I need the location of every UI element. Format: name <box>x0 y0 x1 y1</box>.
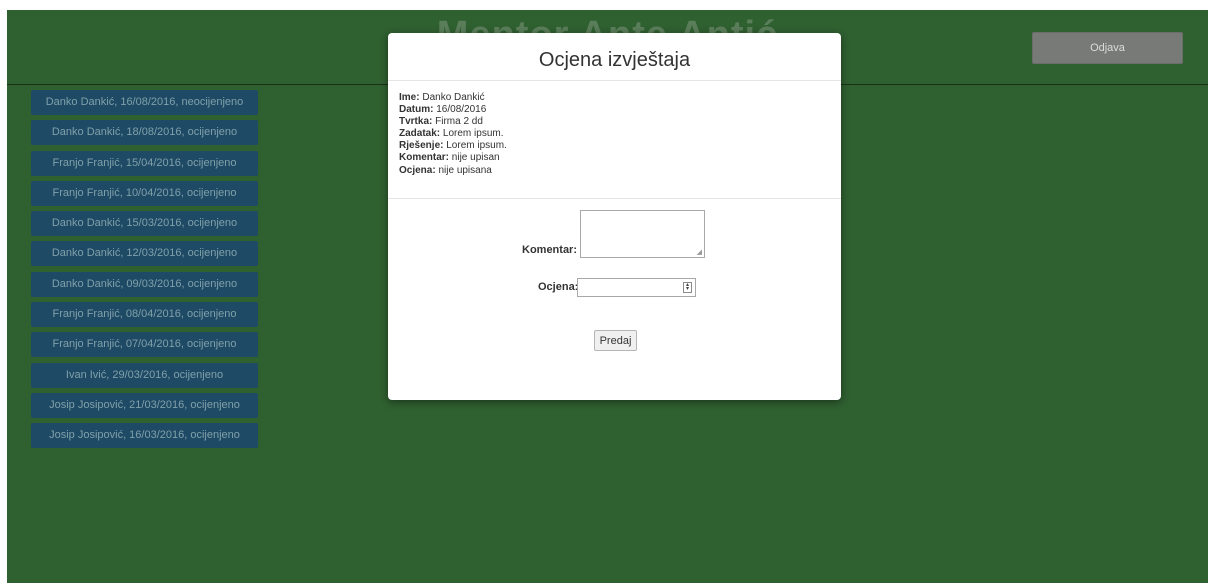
report-item[interactable]: Danko Dankić, 15/03/2016, ocijenjeno <box>31 211 258 237</box>
detail-value: nije upisana <box>438 164 492 176</box>
detail-value: Lorem ipsum. <box>446 140 507 152</box>
detail-value: 16/08/2016 <box>436 104 487 116</box>
submit-button[interactable]: Predaj <box>594 330 637 351</box>
detail-key: Tvrtka: <box>399 116 433 128</box>
rating-label: Ocjena: <box>538 281 579 293</box>
comment-textarea[interactable]: ◢ <box>580 210 705 258</box>
detail-comment: Komentar: nije upisan <box>399 152 830 164</box>
detail-company: Tvrtka: Firma 2 dd <box>399 116 830 128</box>
rating-form: Komentar: ◢ Ocjena: ▴ ▾ Predaj <box>388 199 841 399</box>
logout-button[interactable]: Odjava <box>1032 32 1183 64</box>
report-details: Ime: Danko Dankić Datum: 16/08/2016 Tvrt… <box>388 81 841 199</box>
detail-date: Datum: 16/08/2016 <box>399 104 830 116</box>
detail-value: Firma 2 dd <box>435 116 483 128</box>
report-item[interactable]: Danko Dankić, 12/03/2016, ocijenjeno <box>31 241 258 267</box>
detail-key: Zadatak: <box>399 128 441 140</box>
report-rating-modal: Ocjena izvještaja Ime: Danko Dankić Datu… <box>388 33 841 400</box>
report-list: Danko Dankić, 16/08/2016, neocijenjeno D… <box>31 90 258 454</box>
detail-task: Zadatak: Lorem ipsum. <box>399 128 830 140</box>
report-item[interactable]: Franjo Franjić, 10/04/2016, ocijenjeno <box>31 180 258 206</box>
detail-key: Rješenje: <box>399 140 444 152</box>
detail-value: nije upisan <box>451 152 500 164</box>
report-item[interactable]: Franjo Franjić, 08/04/2016, ocijenjeno <box>31 302 258 328</box>
spinner-icon[interactable]: ▴ ▾ <box>683 282 692 293</box>
rating-input[interactable]: ▴ ▾ <box>577 278 696 297</box>
detail-rating: Ocjena: nije upisana <box>399 165 830 177</box>
comment-label: Komentar: <box>522 244 578 256</box>
detail-solution: Rješenje: Lorem ipsum. <box>399 140 830 152</box>
detail-key: Datum: <box>399 104 434 116</box>
report-item[interactable]: Danko Dankić, 18/08/2016, ocijenjeno <box>31 120 258 146</box>
detail-key: Komentar: <box>399 152 450 164</box>
report-item[interactable]: Josip Josipović, 21/03/2016, ocijenjeno <box>31 392 258 418</box>
report-item[interactable]: Ivan Ivić, 29/03/2016, ocijenjeno <box>31 362 258 388</box>
report-item[interactable]: Danko Dankić, 09/03/2016, ocijenjeno <box>31 271 258 297</box>
report-item[interactable]: Josip Josipović, 16/03/2016, ocijenjeno <box>31 423 258 449</box>
detail-key: Ocjena: <box>399 164 436 176</box>
detail-value: Danko Dankić <box>422 92 485 103</box>
resize-handle-icon[interactable]: ◢ <box>697 248 702 256</box>
report-item[interactable]: Danko Dankić, 16/08/2016, neocijenjeno <box>31 90 258 115</box>
detail-name: Ime: Danko Dankić <box>399 92 830 104</box>
detail-key: Ime: <box>399 92 420 103</box>
modal-title: Ocjena izvještaja <box>388 33 841 81</box>
report-item[interactable]: Franjo Franjić, 07/04/2016, ocijenjeno <box>31 332 258 358</box>
report-item[interactable]: Franjo Franjić, 15/04/2016, ocijenjeno <box>31 150 258 176</box>
detail-value: Lorem ipsum. <box>442 128 504 140</box>
